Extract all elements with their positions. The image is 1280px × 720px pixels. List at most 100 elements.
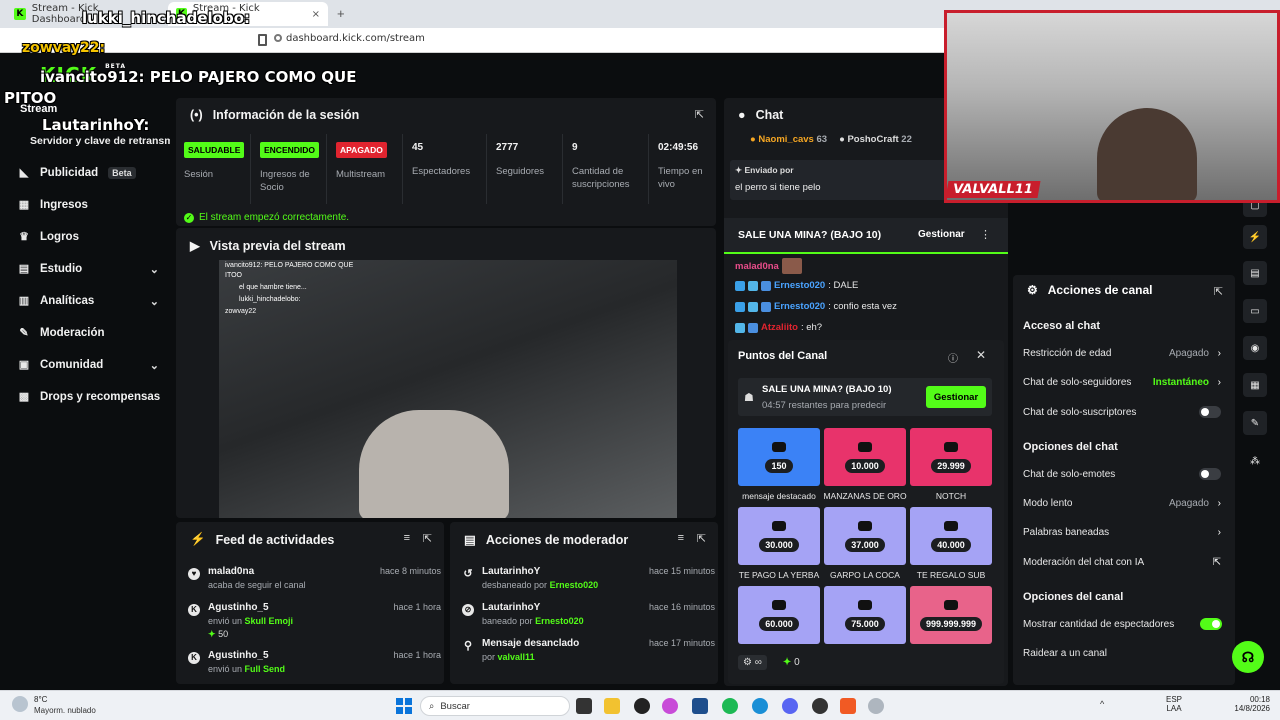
reward-tile[interactable]: 10.000: [824, 428, 906, 486]
sidebar-item-moderacion[interactable]: ✎ Moderación: [18, 322, 163, 344]
rail-button[interactable]: ▦: [1243, 373, 1267, 397]
ai-moderation-row[interactable]: Moderación del chat con IA ⇱: [1023, 557, 1221, 568]
store-icon[interactable]: [692, 698, 708, 714]
reward-tile[interactable]: 29.999: [910, 428, 992, 486]
stat-label: Tiempo en vivo: [658, 166, 703, 190]
divider: [402, 134, 403, 204]
show-viewers-toggle[interactable]: [1200, 618, 1222, 630]
filter-icon[interactable]: ≡: [678, 532, 684, 544]
manage-prediction-button[interactable]: Gestionar: [918, 229, 965, 240]
copilot-icon[interactable]: [662, 698, 678, 714]
reward-tile[interactable]: 75.000: [824, 586, 906, 644]
taskbar-search[interactable]: ⌕ Buscar: [420, 696, 570, 716]
row-label: Raidear a un canal: [1023, 648, 1107, 659]
sidebar-item-drops[interactable]: ▩ Drops y recompensas: [18, 386, 163, 408]
feed-row: ♥ malad0na acaba de seguir el canal hace…: [186, 566, 441, 590]
slow-mode-row[interactable]: Modo lento Apagado ›: [1023, 498, 1221, 509]
sidebar-item-logros[interactable]: ♛ Logros: [18, 226, 163, 248]
bookmark-icon[interactable]: [258, 34, 267, 46]
rail-button[interactable]: ◉: [1243, 336, 1267, 360]
popout-icon[interactable]: ⇱: [695, 108, 704, 121]
mod-row: ↺ LautarinhoY desbaneado por Ernesto020 …: [460, 566, 715, 590]
clock-time: 00:18: [1249, 695, 1270, 704]
chat-username[interactable]: Atzaliito: [761, 322, 798, 333]
tray-chevron-icon[interactable]: ^: [1100, 699, 1104, 709]
rail-button[interactable]: ▭: [1243, 299, 1267, 323]
stream-video[interactable]: ivancito912: PELO PAJERO COMO QUE ITOO e…: [219, 260, 677, 518]
top-user[interactable]: ● Naomi_cavs 63: [750, 134, 827, 145]
reward-tile[interactable]: 40.000: [910, 507, 992, 565]
sidebar-item-publicidad[interactable]: ◣ Publicidad Beta: [18, 162, 163, 184]
overlay-text: PELO PAJERO COMO QUE: [149, 68, 357, 86]
task-view-icon[interactable]: [576, 698, 592, 714]
badge-icon: [735, 280, 745, 291]
reward-tile[interactable]: 30.000: [738, 507, 820, 565]
banned-words-row[interactable]: Palabras baneadas ›: [1023, 527, 1221, 538]
chevron-down-icon[interactable]: ⌄: [150, 359, 159, 372]
reward-tile[interactable]: 60.000: [738, 586, 820, 644]
mod-actor[interactable]: Ernesto020: [550, 580, 599, 590]
reward-tile[interactable]: 999.999.999: [910, 586, 992, 644]
new-tab-button[interactable]: +: [337, 6, 345, 21]
overlay-chat-line: ivancito912: PELO PAJERO COMO QUE: [225, 262, 354, 269]
reward-tile[interactable]: 37.000: [824, 507, 906, 565]
chat-username[interactable]: malad0na: [735, 261, 779, 272]
app-icon[interactable]: [634, 698, 650, 714]
filter-icon[interactable]: ≡: [404, 532, 410, 544]
mod-actor[interactable]: valvall11: [498, 652, 535, 662]
bolt-icon: ⚡: [1248, 231, 1262, 243]
sidebar-item-analiticas[interactable]: ▥ Analíticas ⌄: [18, 290, 163, 312]
top-user[interactable]: ● PoshoCraft 22: [839, 134, 912, 145]
more-options-icon[interactable]: ⋮: [980, 228, 991, 241]
raid-row[interactable]: Raidear a un canal: [1023, 648, 1221, 659]
edge-icon[interactable]: [752, 698, 768, 714]
rail-button[interactable]: ▤: [1243, 261, 1267, 285]
spotify-icon[interactable]: [722, 698, 738, 714]
top-user-name: Naomi_cavs: [758, 134, 814, 145]
sidebar-item-comunidad[interactable]: ▣ Comunidad ⌄: [18, 354, 163, 376]
reward-icon: [944, 520, 958, 531]
obs-icon[interactable]: [812, 698, 828, 714]
section-heading: Opciones del chat: [1023, 441, 1118, 453]
mod-actor[interactable]: Ernesto020: [535, 616, 584, 626]
chevron-down-icon[interactable]: ⌄: [150, 295, 159, 308]
app-icon[interactable]: [868, 698, 884, 714]
windows-start-icon[interactable]: [396, 698, 412, 714]
chat-username[interactable]: Ernesto020: [774, 301, 825, 312]
section-heading: Acceso al chat: [1023, 320, 1101, 332]
reward-tile[interactable]: 150: [738, 428, 820, 486]
kick-favicon-icon: K: [14, 8, 26, 20]
support-chat-button[interactable]: ☊: [1232, 641, 1264, 673]
chart-icon: ▥: [18, 295, 30, 307]
manage-button[interactable]: Gestionar: [926, 386, 986, 408]
points-settings-button[interactable]: ⚙ ∞: [738, 655, 767, 670]
url-field[interactable]: dashboard.kick.com/stream: [286, 33, 425, 44]
rail-button[interactable]: ⁂: [1243, 449, 1267, 473]
chat-username[interactable]: Ernesto020: [774, 280, 825, 291]
subs-only-toggle[interactable]: [1199, 406, 1221, 418]
site-info-icon[interactable]: [274, 34, 282, 42]
file-explorer-icon[interactable]: [604, 698, 620, 714]
close-tab-icon[interactable]: ×: [312, 9, 320, 20]
gear-icon: ⚙: [743, 657, 752, 668]
popout-icon[interactable]: ⇱: [1214, 285, 1223, 298]
brave-icon[interactable]: [840, 698, 856, 714]
close-icon[interactable]: ✕: [976, 348, 986, 362]
chevron-down-icon[interactable]: ⌄: [150, 263, 159, 276]
weather-icon[interactable]: [12, 696, 28, 712]
language-indicator[interactable]: ESP LAA: [1166, 695, 1182, 713]
age-restriction-row[interactable]: Restricción de edad Apagado ›: [1023, 348, 1221, 359]
followers-only-row[interactable]: Chat de solo-seguidores Instantáneo ›: [1023, 377, 1221, 388]
rail-button[interactable]: ⚡: [1243, 225, 1267, 249]
info-icon[interactable]: ⓘ: [948, 350, 958, 365]
rail-button[interactable]: ✎: [1243, 411, 1267, 435]
sidebar-stream-subtitle[interactable]: Servidor y clave de retransm: [30, 135, 170, 147]
sidebar-item-estudio[interactable]: ▤ Estudio ⌄: [18, 258, 163, 280]
discord-icon[interactable]: [782, 698, 798, 714]
popout-icon[interactable]: ⇱: [697, 532, 706, 545]
popout-icon[interactable]: ⇱: [423, 532, 432, 545]
sidebar-item-ingresos[interactable]: ▦ Ingresos: [18, 194, 163, 216]
search-icon: ⌕: [429, 700, 435, 712]
clock[interactable]: 00:18 14/8/2026: [1218, 695, 1270, 713]
emotes-only-toggle[interactable]: [1199, 468, 1221, 480]
